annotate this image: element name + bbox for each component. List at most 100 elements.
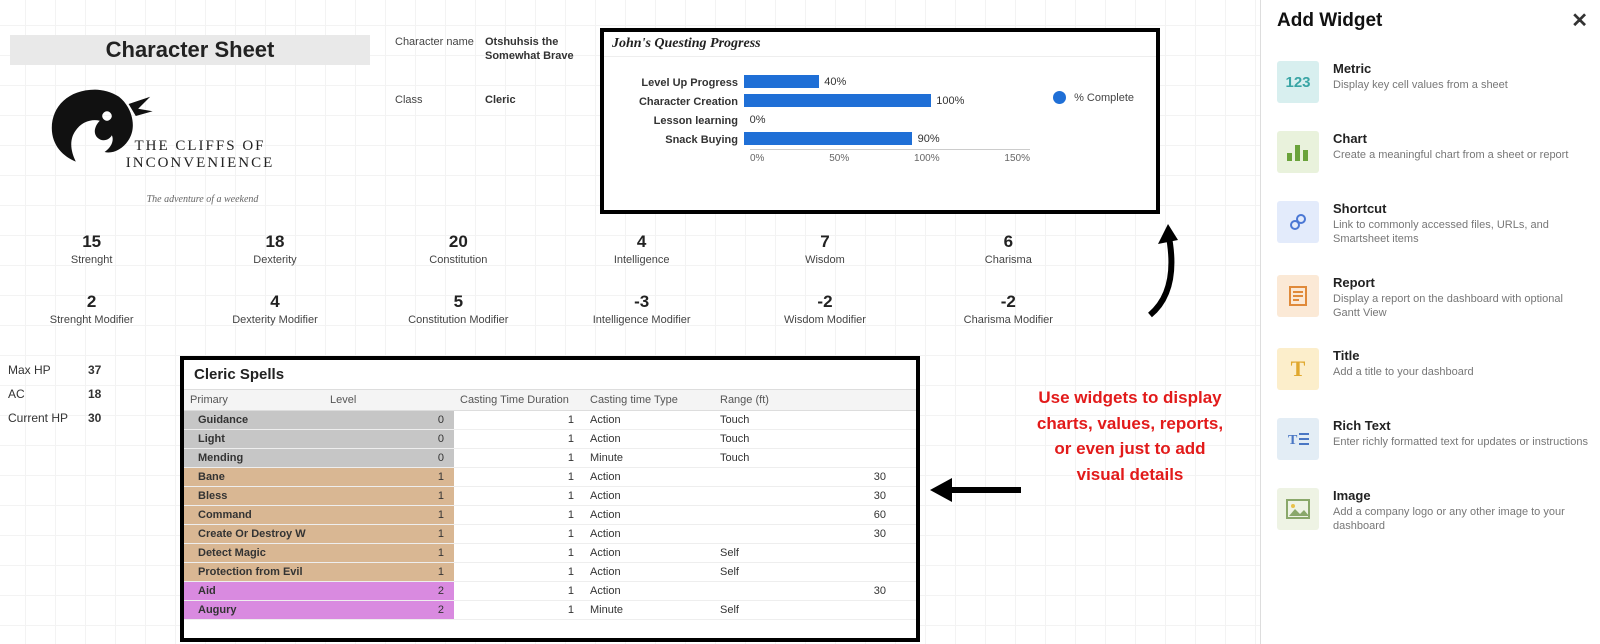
- widget-option-chart[interactable]: ChartCreate a meaningful chart from a sh…: [1277, 121, 1588, 191]
- table-row[interactable]: Guidance01ActionTouch: [184, 411, 916, 430]
- spell-type: Minute: [584, 601, 714, 620]
- spell-type: Action: [584, 468, 714, 487]
- stat-label: Charisma Modifier: [917, 314, 1100, 326]
- stat-value: 6: [917, 232, 1100, 252]
- spell-level: 1: [324, 468, 454, 487]
- chart-icon: [1277, 131, 1319, 173]
- spell-range: Touch: [714, 449, 916, 468]
- spell-primary: Create Or Destroy W: [184, 525, 324, 544]
- spells-column-header: Level: [324, 390, 454, 411]
- stat-cell: -3Intelligence Modifier: [550, 292, 733, 326]
- close-icon[interactable]: ✕: [1571, 8, 1588, 33]
- sidebar-title: Add Widget: [1277, 10, 1382, 32]
- table-row[interactable]: Bane11Action30: [184, 468, 916, 487]
- spell-primary: Guidance: [184, 411, 324, 430]
- spell-primary: Protection from Evil: [184, 563, 324, 582]
- spell-duration: 1: [454, 468, 584, 487]
- spell-duration: 1: [454, 582, 584, 601]
- spells-widget[interactable]: Cleric Spells PrimaryLevelCasting Time D…: [180, 356, 920, 642]
- stat-label: Dexterity: [183, 254, 366, 266]
- spell-duration: 1: [454, 506, 584, 525]
- table-row[interactable]: Mending01MinuteTouch: [184, 449, 916, 468]
- annotation-arrow-up: [1120, 220, 1240, 320]
- stat-cell: -2 Charisma Modifier: [917, 292, 1100, 326]
- widget-option-title: Report: [1333, 275, 1588, 290]
- widget-option-report[interactable]: Report Display a report on the dashboard …: [1277, 265, 1588, 339]
- table-row[interactable]: Augury21MinuteSelf: [184, 601, 916, 620]
- chart-axis-tick: 100%: [914, 153, 940, 164]
- char-name-label: Character name: [395, 35, 485, 63]
- spell-primary: Bane: [184, 468, 324, 487]
- stat-cell: 7Wisdom: [733, 232, 916, 266]
- spell-level: 1: [324, 525, 454, 544]
- widget-option-title: Shortcut: [1333, 201, 1588, 216]
- stat-value: 4: [183, 292, 366, 312]
- table-row[interactable]: Light01ActionTouch: [184, 430, 916, 449]
- max-hp-value: 37: [88, 358, 128, 382]
- spell-primary: Mending: [184, 449, 324, 468]
- chart-bar: [744, 132, 912, 145]
- spell-range: 30: [714, 582, 916, 601]
- spell-range: Self: [714, 601, 916, 620]
- annotation-text: Use widgets to display charts, values, r…: [1030, 385, 1230, 487]
- table-row[interactable]: Aid21Action30: [184, 582, 916, 601]
- spell-duration: 1: [454, 525, 584, 544]
- spell-type: Minute: [584, 449, 714, 468]
- chart-widget[interactable]: John's Questing Progress % Complete Leve…: [600, 28, 1160, 214]
- widget-option-title[interactable]: TTitleAdd a title to your dashboard: [1277, 338, 1588, 408]
- campaign-logo: THE CLIFFS OF INCONVENIENCE The adventur…: [20, 80, 340, 210]
- spell-level: 0: [324, 411, 454, 430]
- table-row[interactable]: Detect Magic11ActionSelf: [184, 544, 916, 563]
- max-hp-label: Max HP: [8, 358, 88, 382]
- spells-title: Cleric Spells: [184, 360, 916, 389]
- widget-option-title: Rich Text: [1333, 418, 1588, 433]
- widget-option-richtext[interactable]: TRich TextEnter richly formatted text fo…: [1277, 408, 1588, 478]
- chart-bar-row: Level Up Progress40%: [614, 73, 1146, 92]
- stat-label: Strenght: [0, 254, 183, 266]
- widget-option-image[interactable]: ImageAdd a company logo or any other ima…: [1277, 478, 1588, 552]
- chart-category-label: Level Up Progress: [614, 77, 744, 89]
- stat-value: 7: [733, 232, 916, 252]
- spell-type: Action: [584, 544, 714, 563]
- widget-option-metric[interactable]: 123MetricDisplay key cell values from a …: [1277, 51, 1588, 121]
- title-icon: T: [1277, 348, 1319, 390]
- widget-option-title: Image: [1333, 488, 1588, 503]
- stat-cell: 5Constitution Modifier: [367, 292, 550, 326]
- stat-value: 15: [0, 232, 183, 252]
- stat-label: Intelligence Modifier: [550, 314, 733, 326]
- table-row[interactable]: Create Or Destroy W11Action30: [184, 525, 916, 544]
- spell-type: Action: [584, 506, 714, 525]
- table-row[interactable]: Command11Action60: [184, 506, 916, 525]
- spell-level: 0: [324, 449, 454, 468]
- modifiers-row: 2Strenght Modifier4Dexterity Modifier5Co…: [0, 292, 1100, 326]
- widget-option-title: Title: [1333, 348, 1474, 363]
- spell-duration: 1: [454, 411, 584, 430]
- table-row[interactable]: Bless11Action30: [184, 487, 916, 506]
- dashboard-canvas[interactable]: Character Sheet THE CLIFFS OF INCONVENIE…: [0, 0, 1260, 644]
- spell-range: 30: [714, 487, 916, 506]
- spell-level: 2: [324, 601, 454, 620]
- report-icon: [1277, 275, 1319, 317]
- widget-option-shortcut[interactable]: Shortcut Link to commonly accessed files,…: [1277, 191, 1588, 265]
- spell-type: Action: [584, 525, 714, 544]
- spell-level: 1: [324, 544, 454, 563]
- dragon-icon: [35, 80, 155, 200]
- char-class-label: Class: [395, 93, 485, 107]
- spell-duration: 1: [454, 544, 584, 563]
- table-row[interactable]: Protection from Evil11ActionSelf: [184, 563, 916, 582]
- widget-option-title: Metric: [1333, 61, 1508, 76]
- stat-value: 2: [0, 292, 183, 312]
- stat-value: 5: [367, 292, 550, 312]
- legend-color-dot: [1053, 91, 1066, 104]
- stat-value: -2: [917, 292, 1100, 312]
- chart-axis-tick: 50%: [829, 153, 849, 164]
- stat-label: Constitution: [367, 254, 550, 266]
- spell-range: 30: [714, 525, 916, 544]
- widget-option-desc: Display a report on the dashboard with o…: [1333, 292, 1588, 321]
- widget-option-desc: Link to commonly accessed files, URLs, a…: [1333, 218, 1588, 247]
- stat-cell: 2Strenght Modifier: [0, 292, 183, 326]
- chart-bar-row: Lesson learning0%: [614, 111, 1146, 130]
- chart-category-label: Snack Buying: [614, 134, 744, 146]
- chart-category-label: Lesson learning: [614, 115, 744, 127]
- stat-cell: 6Charisma: [917, 232, 1100, 266]
